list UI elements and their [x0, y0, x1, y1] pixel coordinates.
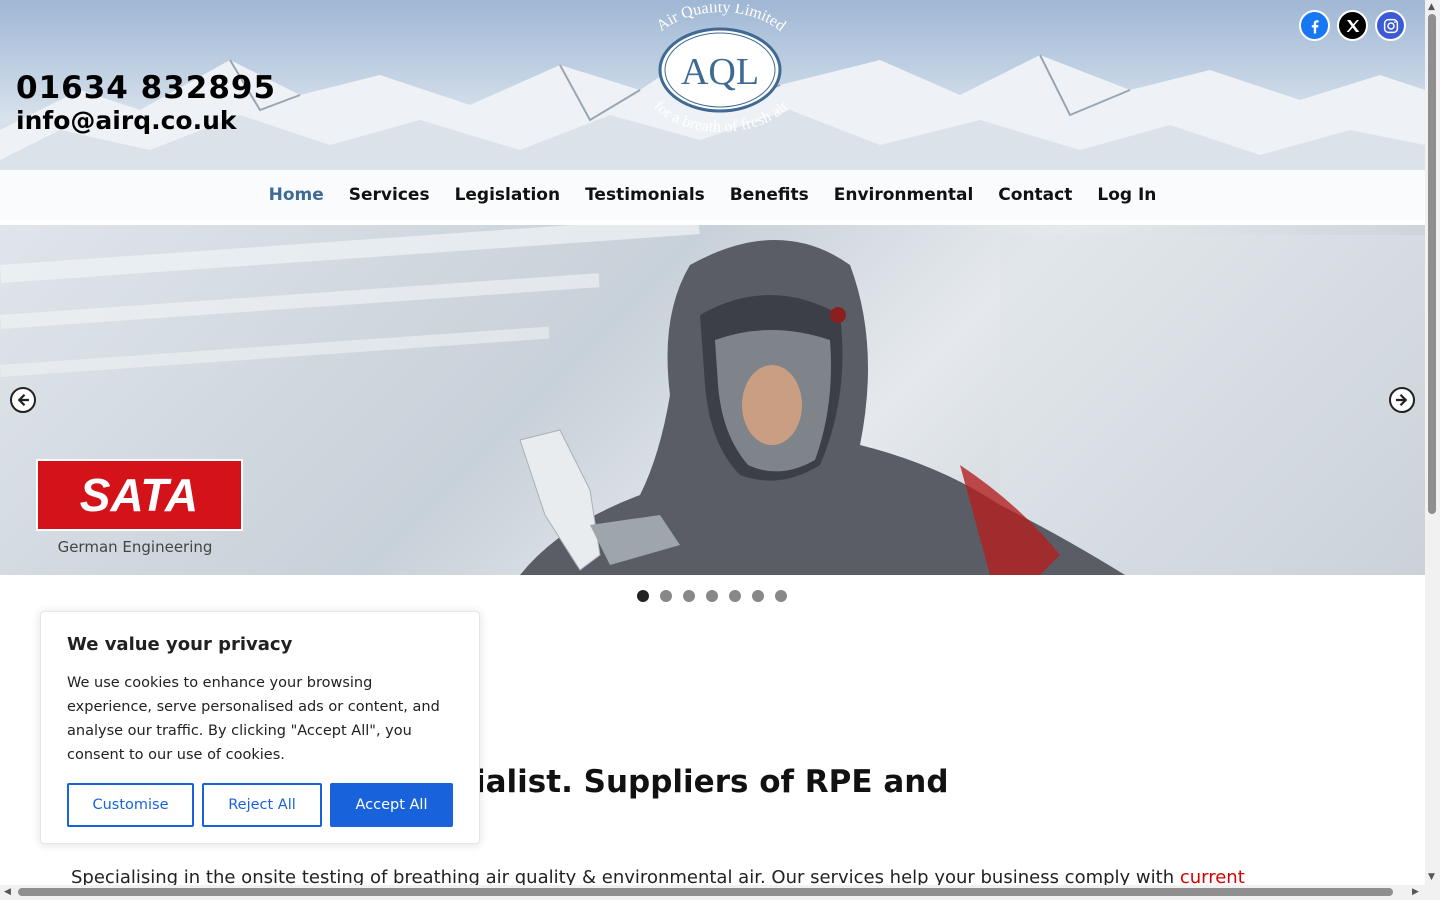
facebook-icon[interactable]: [1299, 10, 1330, 41]
nav-login[interactable]: Log In: [1085, 185, 1169, 205]
slider-dot-7[interactable]: [775, 590, 787, 602]
header-email[interactable]: info@airq.co.uk: [16, 106, 237, 135]
accept-all-button[interactable]: Accept All: [330, 783, 453, 827]
vertical-scrollbar-thumb[interactable]: [1428, 14, 1436, 514]
scroll-left-icon[interactable]: ◀: [4, 887, 11, 897]
slide-image: SATA German Engineering: [0, 225, 1425, 575]
instagram-icon[interactable]: [1375, 10, 1406, 41]
slider-dot-1[interactable]: [637, 590, 649, 602]
cookie-buttons: Customise Reject All Accept All: [67, 783, 453, 827]
aql-logo[interactable]: AQL Air Quality Limited for a breath of …: [632, 4, 810, 136]
logo-initials: AQL: [681, 51, 759, 93]
nav-contact[interactable]: Contact: [986, 185, 1085, 205]
x-icon[interactable]: [1337, 10, 1368, 41]
scroll-down-icon[interactable]: ▼: [1428, 872, 1435, 882]
customise-button[interactable]: Customise: [67, 783, 194, 827]
nav-environmental[interactable]: Environmental: [821, 185, 986, 205]
nav-home[interactable]: Home: [256, 185, 336, 205]
reject-all-button[interactable]: Reject All: [202, 783, 322, 827]
slider-dot-4[interactable]: [706, 590, 718, 602]
slider-dot-5[interactable]: [729, 590, 741, 602]
arrow-left-icon: [17, 393, 29, 407]
header-phone[interactable]: 01634 832895: [16, 70, 276, 106]
social-links: [1299, 10, 1406, 41]
cookie-body: We use cookies to enhance your browsing …: [67, 675, 440, 763]
sata-brand-text: SATA: [80, 469, 198, 521]
cookie-consent-panel: We value your privacy We use cookies to …: [40, 611, 480, 844]
slider-dot-6[interactable]: [752, 590, 764, 602]
scroll-up-icon[interactable]: ▲: [1428, 2, 1435, 12]
slider-dot-3[interactable]: [683, 590, 695, 602]
nav-services[interactable]: Services: [336, 185, 442, 205]
main-nav: Home Services Legislation Testimonials B…: [0, 170, 1425, 220]
scroll-right-icon[interactable]: ▶: [1412, 887, 1419, 897]
slider-prev-button[interactable]: [10, 387, 36, 413]
cookie-title: We value your privacy: [67, 634, 293, 655]
nav-testimonials[interactable]: Testimonials: [573, 185, 718, 205]
horizontal-scrollbar-thumb[interactable]: [18, 888, 1393, 896]
arrow-right-icon: [1396, 393, 1408, 407]
sata-brand-sub: German Engineering: [58, 538, 213, 556]
slider-next-button[interactable]: [1389, 387, 1415, 413]
hero-slider: SATA German Engineering: [0, 225, 1425, 575]
nav-benefits[interactable]: Benefits: [717, 185, 821, 205]
slider-dots: [637, 590, 787, 602]
site-header: 01634 832895 info@airq.co.uk AQL Air Qua…: [0, 0, 1425, 220]
slider-dot-2[interactable]: [660, 590, 672, 602]
nav-legislation[interactable]: Legislation: [442, 185, 573, 205]
